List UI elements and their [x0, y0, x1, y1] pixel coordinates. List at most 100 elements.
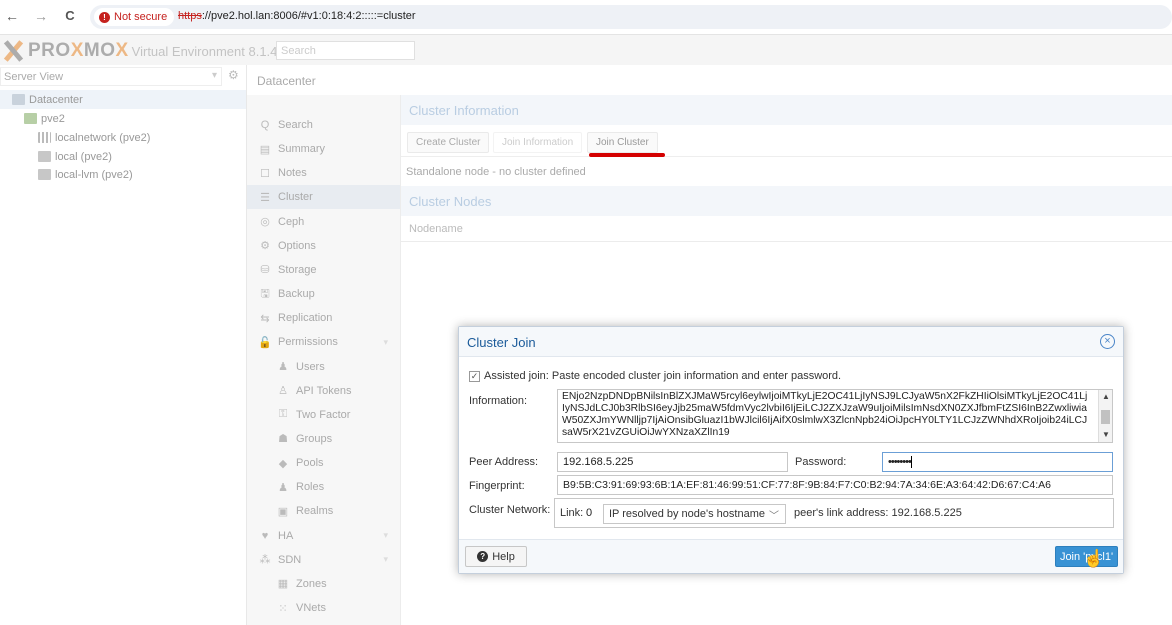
- menu-item-label: Groups: [296, 432, 333, 445]
- password-input[interactable]: ••••••••: [882, 452, 1113, 472]
- url-text: https://pve2.hol.lan:8006/#v1:0:18:4:2::…: [178, 10, 416, 22]
- dialog-header: Cluster Join ×: [459, 327, 1123, 357]
- menu-item-label: Two Factor: [296, 408, 351, 421]
- menu-item-storage[interactable]: ⛁ Storage: [247, 258, 400, 282]
- fingerprint-input[interactable]: B9:5B:C3:91:69:93:6B:1A:EF:81:46:99:51:C…: [557, 475, 1113, 495]
- menu-icon: ▦: [277, 578, 289, 591]
- pve-header: PROXMOX Virtual Environment 8.1.4 Search: [0, 35, 1172, 65]
- security-chip[interactable]: ! Not secure: [94, 8, 175, 26]
- tree-item-pve2[interactable]: pve2: [24, 109, 65, 128]
- link-label: Link:: [560, 507, 584, 519]
- menu-icon: ⁂: [259, 554, 271, 567]
- information-label: Information:: [469, 395, 528, 407]
- menu-item-permissions[interactable]: 🔓 Permissions ▾: [247, 330, 400, 354]
- menu-item-two-factor[interactable]: ⚿ Two Factor: [247, 403, 400, 427]
- menu-item-summary[interactable]: ▤ Summary: [247, 137, 400, 161]
- assisted-join-checkbox[interactable]: ✓ Assisted join: Paste encoded cluster j…: [469, 370, 841, 382]
- menu-icon: 🔓: [258, 336, 272, 349]
- scroll-down-icon[interactable]: ▼: [1102, 429, 1110, 441]
- view-select[interactable]: Server View ▾: [0, 67, 222, 86]
- menu-item-cluster[interactable]: ☰ Cluster: [247, 185, 400, 210]
- peer-address-input[interactable]: 192.168.5.225: [557, 452, 788, 472]
- menu-item-label: Options: [278, 239, 316, 252]
- menu-item-label: Backup: [278, 288, 315, 301]
- menu-icon: ♙: [278, 385, 288, 398]
- menu-icon: ▤: [259, 143, 271, 156]
- menu-icon: ⁙: [278, 602, 288, 615]
- peer-link-address: peer's link address: 192.168.5.225: [794, 507, 962, 519]
- menu-item-label: Ceph: [278, 215, 305, 228]
- standalone-text: Standalone node - no cluster defined: [406, 166, 586, 178]
- password-label: Password:: [795, 456, 847, 468]
- menu-item-zones[interactable]: ▦ Zones: [247, 572, 400, 596]
- menu-item-roles[interactable]: ♟ Roles: [247, 475, 400, 499]
- menu-icon: ☗: [278, 433, 288, 446]
- peer-address-label: Peer Address:: [469, 456, 539, 468]
- menu-item-realms[interactable]: ▣ Realms: [247, 499, 400, 523]
- proxmox-logo[interactable]: PROXMOX Virtual Environment 8.1.4: [0, 40, 277, 62]
- nodename-column-header[interactable]: Nodename: [401, 216, 1172, 242]
- close-icon[interactable]: ×: [1100, 334, 1115, 349]
- checkbox-check-icon[interactable]: ✓: [469, 370, 480, 382]
- scroll-up-icon[interactable]: ▲: [1102, 391, 1110, 403]
- menu-item-label: Zones: [296, 577, 327, 590]
- help-button[interactable]: ? Help: [465, 546, 527, 567]
- menu-item-options[interactable]: ⚙ Options: [247, 234, 400, 258]
- menu-item-ha[interactable]: ♥ HA ▾: [247, 524, 400, 548]
- menu-item-label: SDN: [278, 553, 302, 566]
- menu-icon: ◆: [278, 457, 288, 470]
- chevron-down-icon: ▾: [211, 70, 217, 81]
- address-bar[interactable]: ! Not secure https://pve2.hol.lan:8006/#…: [90, 5, 1172, 29]
- reload-button[interactable]: C: [62, 8, 78, 23]
- menu-item-ceph[interactable]: ◎ Ceph: [247, 210, 400, 234]
- menu-item-label: Realms: [296, 505, 334, 518]
- menu-item-label: Pools: [296, 457, 324, 470]
- forward-button[interactable]: →: [33, 8, 49, 24]
- menu-item-pools[interactable]: ◆ Pools: [247, 451, 400, 475]
- gear-icon[interactable]: ⚙: [228, 68, 239, 82]
- hand-cursor-icon: ☝: [1083, 549, 1105, 568]
- cluster-nodes-header: Cluster Nodes: [401, 186, 1172, 216]
- textarea-scrollbar[interactable]: ▲ ▼: [1098, 390, 1112, 442]
- menu-icon: ☐: [260, 167, 270, 180]
- menu-item-replication[interactable]: ⇆ Replication: [247, 306, 400, 330]
- tree-item-local-lvm[interactable]: local-lvm (pve2): [38, 165, 133, 184]
- menu-item-vnets[interactable]: ⁙ VNets: [247, 596, 400, 620]
- cluster-network-fieldset: Link: 0 IP resolved by node's hostname ﹀…: [554, 498, 1114, 528]
- join-information-button[interactable]: Join Information: [493, 132, 583, 153]
- menu-item-users[interactable]: ♟ Users: [247, 355, 400, 379]
- join-cluster-button[interactable]: Join Cluster: [587, 132, 658, 153]
- chevron-down-icon[interactable]: ▾: [383, 530, 388, 541]
- information-textarea[interactable]: ENjo2NzpDNDpBNilsInBlZXJMaW5rcyl6eylwIjo…: [557, 389, 1113, 443]
- cluster-join-dialog: Cluster Join × ✓ Assisted join: Paste en…: [458, 326, 1124, 574]
- menu-icon: ▣: [277, 505, 289, 518]
- menu-item-sdn[interactable]: ⁂ SDN ▾: [247, 548, 400, 572]
- menu-item-api-tokens[interactable]: ♙ API Tokens: [247, 379, 400, 403]
- fingerprint-label: Fingerprint:: [469, 480, 525, 492]
- menu-icon: ⛁: [260, 264, 270, 277]
- datacenter-menu: Q Search ▤ Summary ☐ Notes ☰ Cluster ◎ Ceph ⚙ Optio…: [247, 95, 401, 625]
- tree-item-local[interactable]: local (pve2): [38, 147, 112, 166]
- tree-item-datacenter[interactable]: Datacenter: [0, 90, 246, 109]
- scroll-thumb[interactable]: [1101, 410, 1110, 424]
- menu-item-label: VNets: [296, 602, 326, 614]
- chevron-down-icon[interactable]: ▾: [383, 554, 388, 565]
- chevron-down-icon[interactable]: ▾: [383, 337, 388, 348]
- menu-icon: ♟: [278, 481, 288, 494]
- create-cluster-button[interactable]: Create Cluster: [407, 132, 490, 153]
- tree-item-localnetwork[interactable]: localnetwork (pve2): [38, 128, 150, 147]
- menu-item-label: Replication: [278, 312, 333, 325]
- menu-icon: ◎: [260, 216, 270, 229]
- menu-item-backup[interactable]: 🖫 Backup: [247, 282, 400, 306]
- menu-item-groups[interactable]: ☗ Groups: [247, 427, 400, 451]
- version-label: Virtual Environment 8.1.4: [131, 43, 278, 59]
- menu-item-search[interactable]: Q Search: [247, 113, 400, 137]
- link-address-select[interactable]: IP resolved by node's hostname ﹀: [603, 504, 786, 524]
- search-input[interactable]: Search: [276, 41, 415, 60]
- menu-item-label: Permissions: [278, 336, 338, 349]
- menu-item-label: Summary: [278, 143, 326, 156]
- menu-icon: ⇆: [260, 312, 270, 325]
- back-button[interactable]: ←: [4, 8, 20, 24]
- menu-item-notes[interactable]: ☐ Notes: [247, 161, 400, 185]
- storage-icon: [38, 151, 51, 162]
